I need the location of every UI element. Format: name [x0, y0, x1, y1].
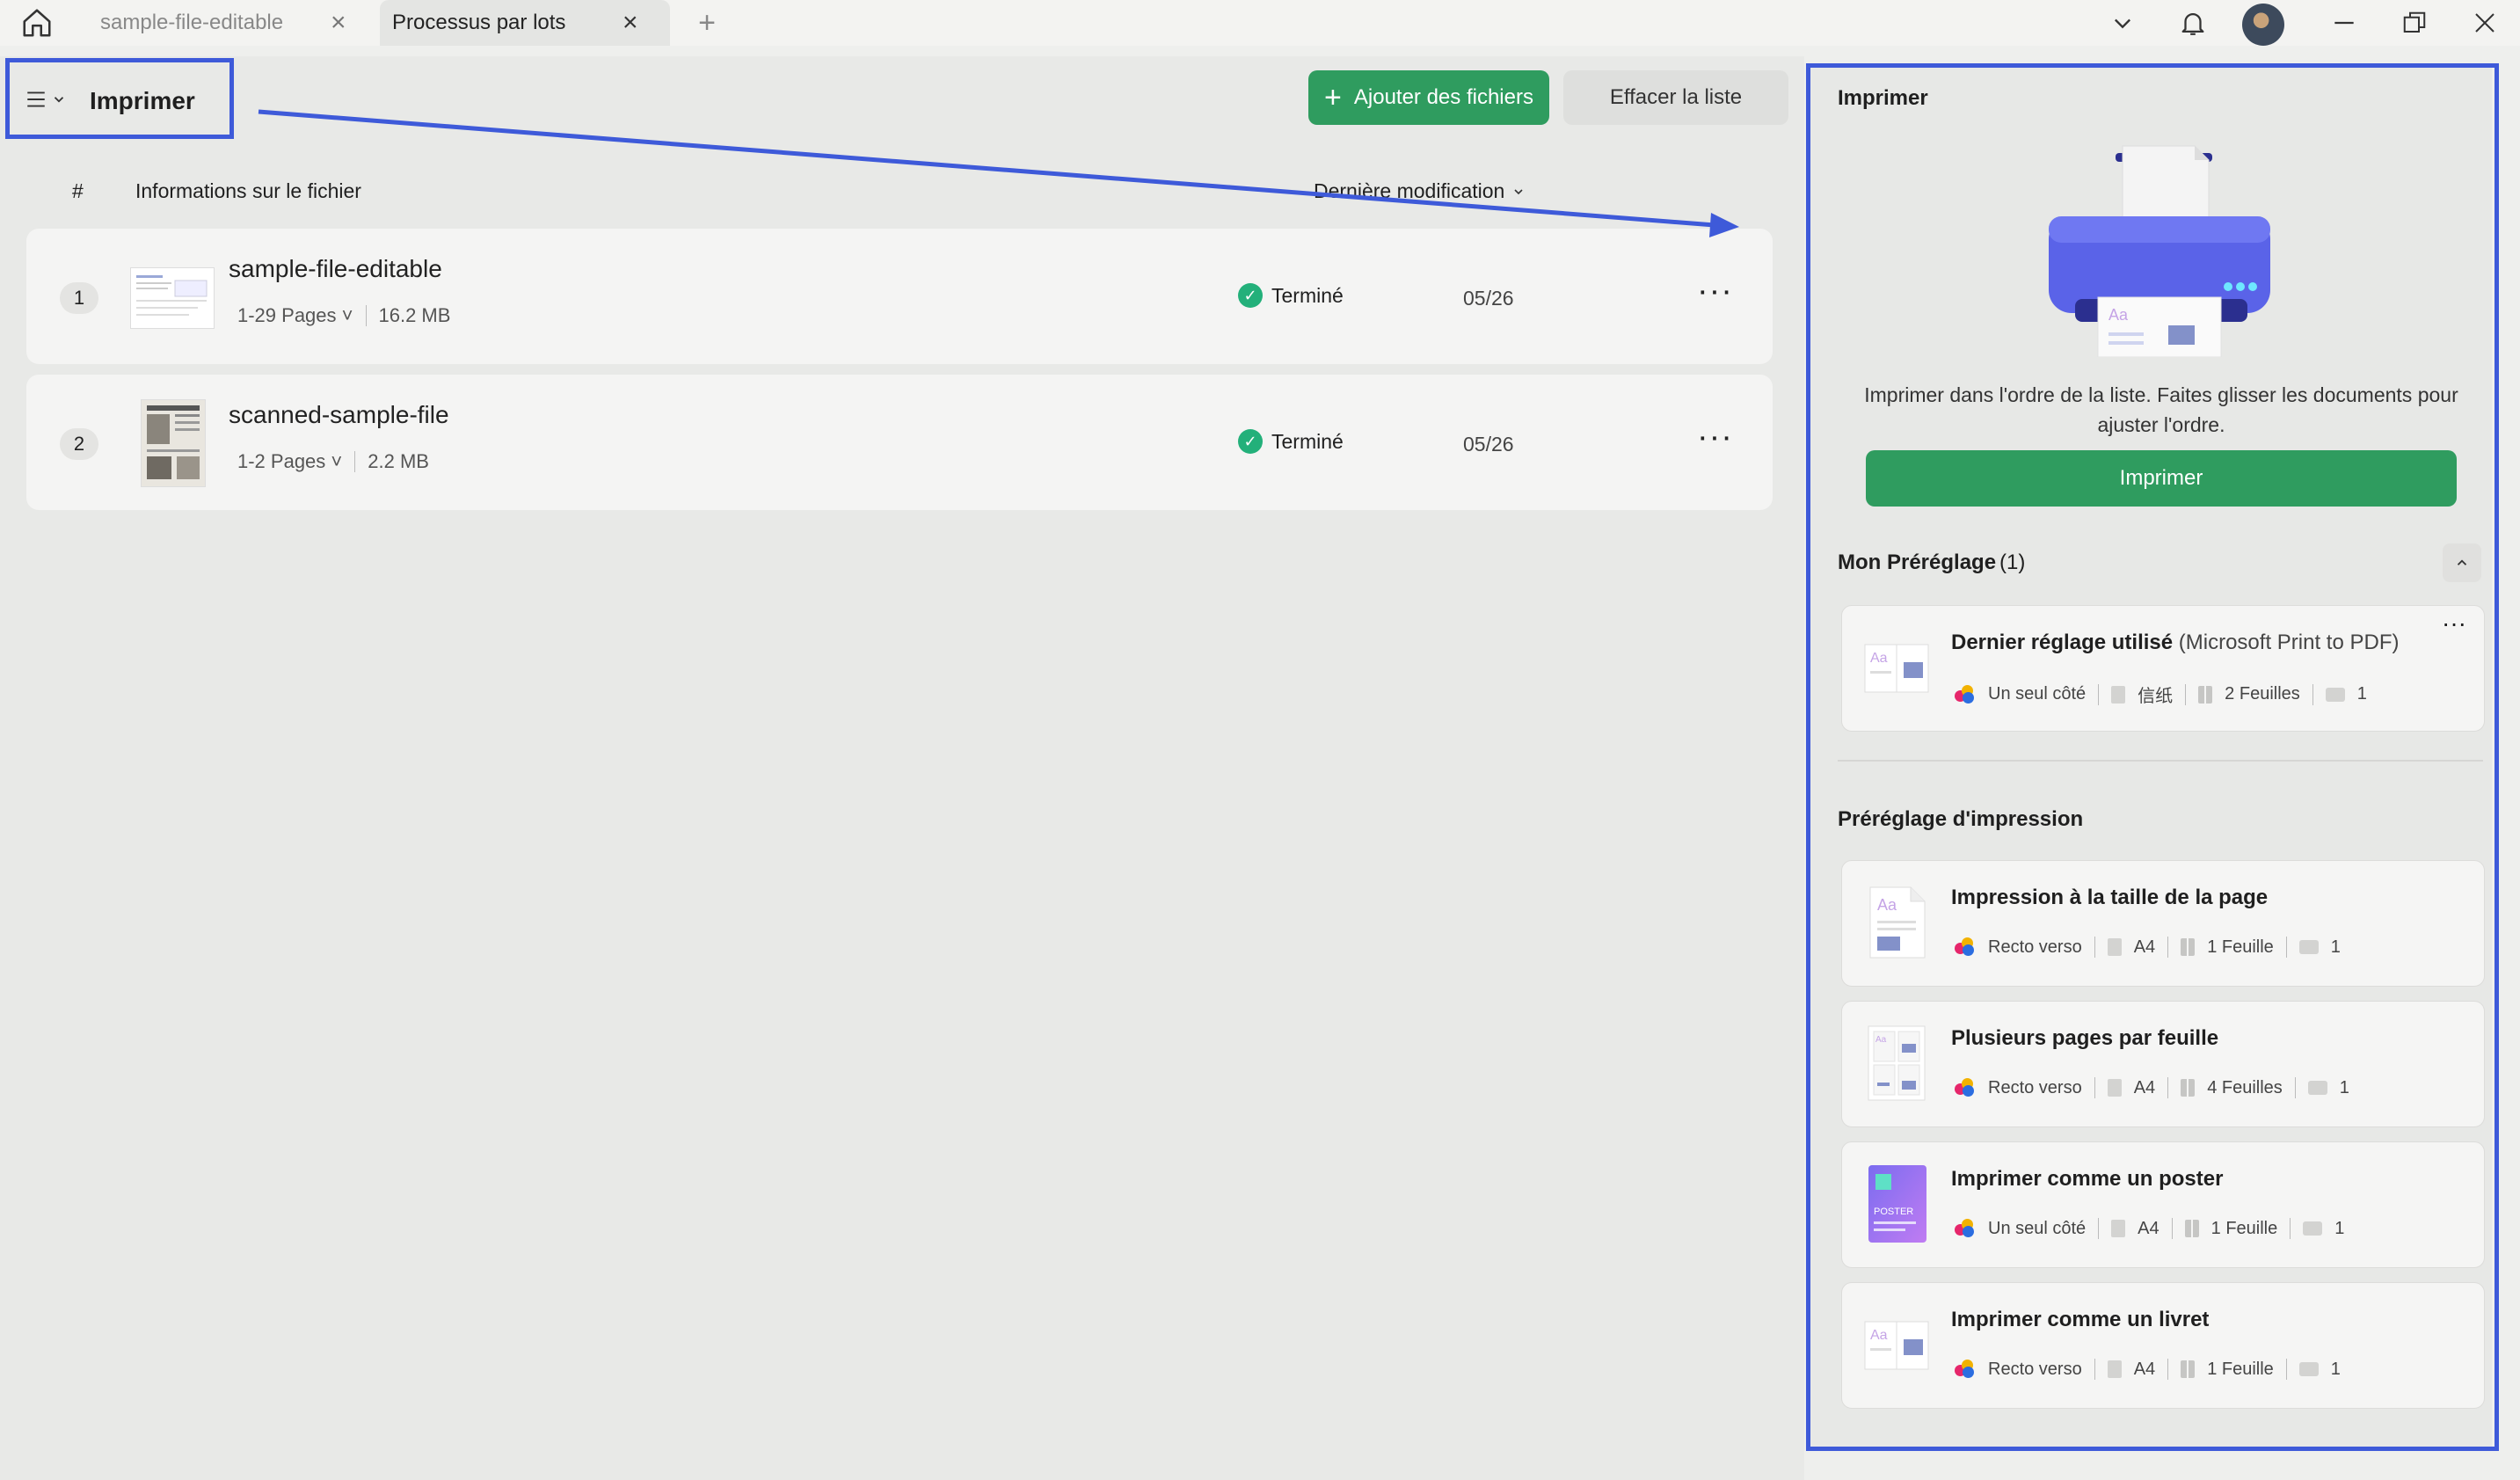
preset-sides: Un seul côté [1988, 684, 2087, 704]
preset-title: Imprimer comme un poster [1951, 1167, 2224, 1191]
preset-sheets: 4 Feuilles [2207, 1077, 2283, 1097]
paper-icon [2107, 1360, 2122, 1378]
paper-icon [2107, 938, 2122, 956]
copies-icon [2298, 1362, 2319, 1376]
preset-title-text: Dernier réglage utilisé [1951, 631, 2174, 654]
divider [2098, 683, 2100, 705]
divider [2285, 1359, 2287, 1380]
copies-icon [2307, 1081, 2327, 1095]
divider [2167, 1077, 2169, 1098]
preset-copies: 1 [2330, 1359, 2341, 1379]
panel-description: Imprimer dans l'ordre de la liste. Faite… [1864, 383, 2458, 436]
multiple-pages-icon: Aa [1860, 1019, 1935, 1105]
preset-title: Imprimer comme un livret [1951, 1308, 2210, 1331]
color-mode-icon [1955, 1078, 1976, 1097]
svg-text:POSTER: POSTER [1874, 1207, 1913, 1217]
divider [2094, 1077, 2095, 1098]
preset-sides: Recto verso [1988, 937, 2082, 957]
divider [2167, 1359, 2169, 1380]
pages-per-sheet-icon [2181, 938, 2196, 956]
svg-text:Aa: Aa [2108, 306, 2129, 324]
color-mode-icon [1955, 1219, 1976, 1238]
chevron-up-icon[interactable] [2443, 543, 2481, 582]
paper-icon [2107, 1079, 2122, 1097]
preset-card-multiple-pages[interactable]: Aa Plusieurs pages par feuille Recto ver… [1841, 1001, 2485, 1127]
preset-sheets: 1 Feuille [2210, 1218, 2278, 1238]
color-mode-icon [1955, 684, 1976, 704]
preset-sides: Un seul côté [1988, 1218, 2087, 1238]
fit-page-icon: Aa [1860, 879, 1935, 965]
printer-illustration: Aa [2036, 137, 2283, 358]
print-presets-title: Préréglage d'impression [1838, 807, 2084, 831]
preset-meta: Un seul côté 信纸 2 Feuilles 1 [1955, 682, 2367, 707]
preset-paper: 信纸 [2138, 687, 2174, 706]
booklet-icon: Aa [1860, 623, 1935, 710]
preset-meta: Recto verso A4 4 Feuilles 1 [1955, 1077, 2349, 1098]
svg-text:Aa: Aa [1877, 896, 1897, 914]
panel-title: Imprimer [1838, 86, 1928, 110]
preset-copies: 1 [2356, 684, 2367, 704]
preset-paper: A4 [2133, 1359, 2156, 1379]
preset-title: Plusieurs pages par feuille [1951, 1026, 2219, 1050]
print-button-label: Imprimer [2119, 466, 2203, 490]
svg-text:Aa: Aa [1870, 1328, 1888, 1343]
copies-icon [2325, 687, 2345, 702]
my-preset-count: (1) [1999, 550, 2026, 574]
preset-card-last-used[interactable]: Aa Dernier réglage utilisé (Microsoft Pr… [1841, 605, 2485, 732]
preset-title: Impression à la taille de la page [1951, 886, 2269, 909]
preset-sheets: 2 Feuilles [2225, 684, 2300, 704]
svg-text:Aa: Aa [1870, 651, 1888, 666]
preset-meta: Recto verso A4 1 Feuille 1 [1955, 1359, 2341, 1380]
divider [2098, 1218, 2100, 1239]
preset-title: Dernier réglage utilisé (Microsoft Print… [1951, 631, 2399, 655]
preset-copies: 1 [2334, 1218, 2345, 1238]
color-mode-icon [1955, 937, 1976, 957]
preset-card-booklet[interactable]: Aa Imprimer comme un livret Recto verso … [1841, 1282, 2485, 1409]
preset-copies: 1 [2339, 1077, 2349, 1097]
paper-icon [2111, 685, 2126, 704]
preset-sides: Recto verso [1988, 1359, 2082, 1379]
divider [2094, 1359, 2095, 1380]
preset-printer-name: (Microsoft Print to PDF) [2178, 631, 2400, 654]
print-button[interactable]: Imprimer [1866, 450, 2457, 507]
preset-paper: A4 [2133, 1077, 2156, 1097]
preset-sides: Recto verso [1988, 1077, 2082, 1097]
svg-text:Aa: Aa [1875, 1035, 1887, 1045]
pages-per-sheet-icon [2184, 1220, 2199, 1237]
divider [2094, 937, 2095, 958]
divider [2185, 683, 2187, 705]
divider [2285, 937, 2287, 958]
divider [2290, 1218, 2291, 1239]
pages-per-sheet-icon [2181, 1079, 2196, 1097]
my-preset-header: Mon Préréglage (1) [1838, 550, 2025, 575]
divider [2294, 1077, 2296, 1098]
preset-paper: A4 [2133, 937, 2156, 957]
divider [2312, 683, 2313, 705]
my-preset-title: Mon Préréglage [1838, 550, 1997, 574]
copies-icon [2298, 940, 2319, 954]
poster-icon: POSTER [1860, 1160, 1935, 1246]
divider [2171, 1218, 2173, 1239]
pages-per-sheet-icon [2198, 685, 2213, 704]
preset-sheets: 1 Feuille [2207, 1359, 2274, 1379]
preset-card-fit-page[interactable]: Aa Impression à la taille de la page Rec… [1841, 860, 2485, 987]
paper-icon [2111, 1220, 2126, 1237]
preset-paper: A4 [2138, 1218, 2159, 1238]
divider [1838, 760, 2483, 762]
divider [2167, 937, 2169, 958]
pages-per-sheet-icon [2181, 1360, 2196, 1378]
preset-meta: Recto verso A4 1 Feuille 1 [1955, 937, 2341, 958]
booklet-icon: Aa [1860, 1301, 1935, 1387]
preset-copies: 1 [2330, 937, 2341, 957]
preset-card-poster[interactable]: POSTER Imprimer comme un poster Un seul … [1841, 1141, 2485, 1268]
copies-icon [2303, 1221, 2323, 1236]
preset-meta: Un seul côté A4 1 Feuille 1 [1955, 1218, 2344, 1239]
more-options-icon[interactable]: ··· [2442, 609, 2466, 638]
preset-sheets: 1 Feuille [2207, 937, 2274, 957]
color-mode-icon [1955, 1360, 1976, 1379]
